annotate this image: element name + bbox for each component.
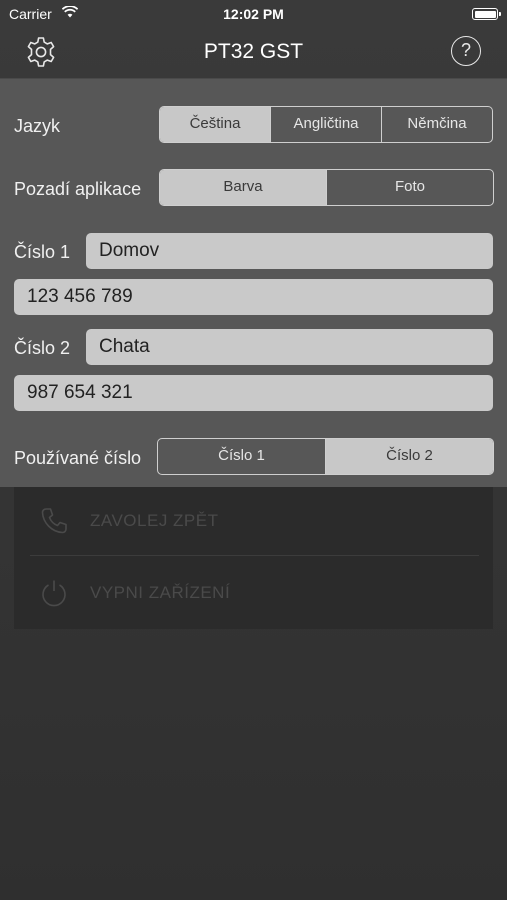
power-off-label: VYPNI ZAŘÍZENÍ — [90, 583, 231, 602]
number2-name-field[interactable]: Chata — [86, 329, 493, 365]
battery-icon — [472, 8, 501, 20]
language-option-anglictina[interactable]: Angličtina — [270, 107, 381, 142]
number1-name-field[interactable]: Domov — [86, 233, 493, 269]
actions-card: ZAVOLEJ ZPĚT VYPNI ZAŘÍZENÍ — [14, 487, 493, 629]
phone-icon — [41, 508, 67, 534]
status-bar: Carrier 12:02 PM — [0, 0, 507, 28]
page-title: PT32 GST — [203, 40, 304, 63]
action-divider — [30, 555, 479, 556]
active-number-label: Používané číslo — [14, 448, 142, 468]
active-number-option-2[interactable]: Číslo 2 — [325, 439, 493, 474]
power-icon — [42, 580, 66, 607]
call-back-label: ZAVOLEJ ZPĚT — [90, 511, 219, 530]
background-option-foto[interactable]: Foto — [326, 170, 493, 205]
active-number-option-1[interactable]: Číslo 1 — [158, 439, 325, 474]
clock: 12:02 PM — [223, 6, 284, 22]
background-label: Pozadí aplikace — [14, 179, 142, 199]
language-option-nemcina[interactable]: Němčina — [381, 107, 492, 142]
number1-phone-field[interactable]: 123 456 789 — [14, 279, 493, 315]
number1-label: Číslo 1 — [14, 242, 71, 262]
active-number-segmented-control: Číslo 1 Číslo 2 — [157, 438, 494, 475]
help-button[interactable]: ? — [451, 36, 481, 66]
language-option-cestina[interactable]: Čeština — [160, 107, 270, 142]
number2-phone-field[interactable]: 987 654 321 — [14, 375, 493, 411]
navigation-bar: PT32 GST ? — [0, 28, 507, 79]
language-segmented-control: Čeština Angličtina Němčina — [159, 106, 493, 143]
language-label: Jazyk — [14, 116, 61, 136]
number2-label: Číslo 2 — [14, 338, 71, 358]
settings-panel: Jazyk Čeština Angličtina Němčina Pozadí … — [0, 79, 507, 487]
background-option-barva[interactable]: Barva — [160, 170, 326, 205]
call-back-action[interactable]: ZAVOLEJ ZPĚT — [14, 487, 493, 559]
power-off-action[interactable]: VYPNI ZAŘÍZENÍ — [14, 559, 493, 631]
background-segmented-control: Barva Foto — [159, 169, 494, 206]
